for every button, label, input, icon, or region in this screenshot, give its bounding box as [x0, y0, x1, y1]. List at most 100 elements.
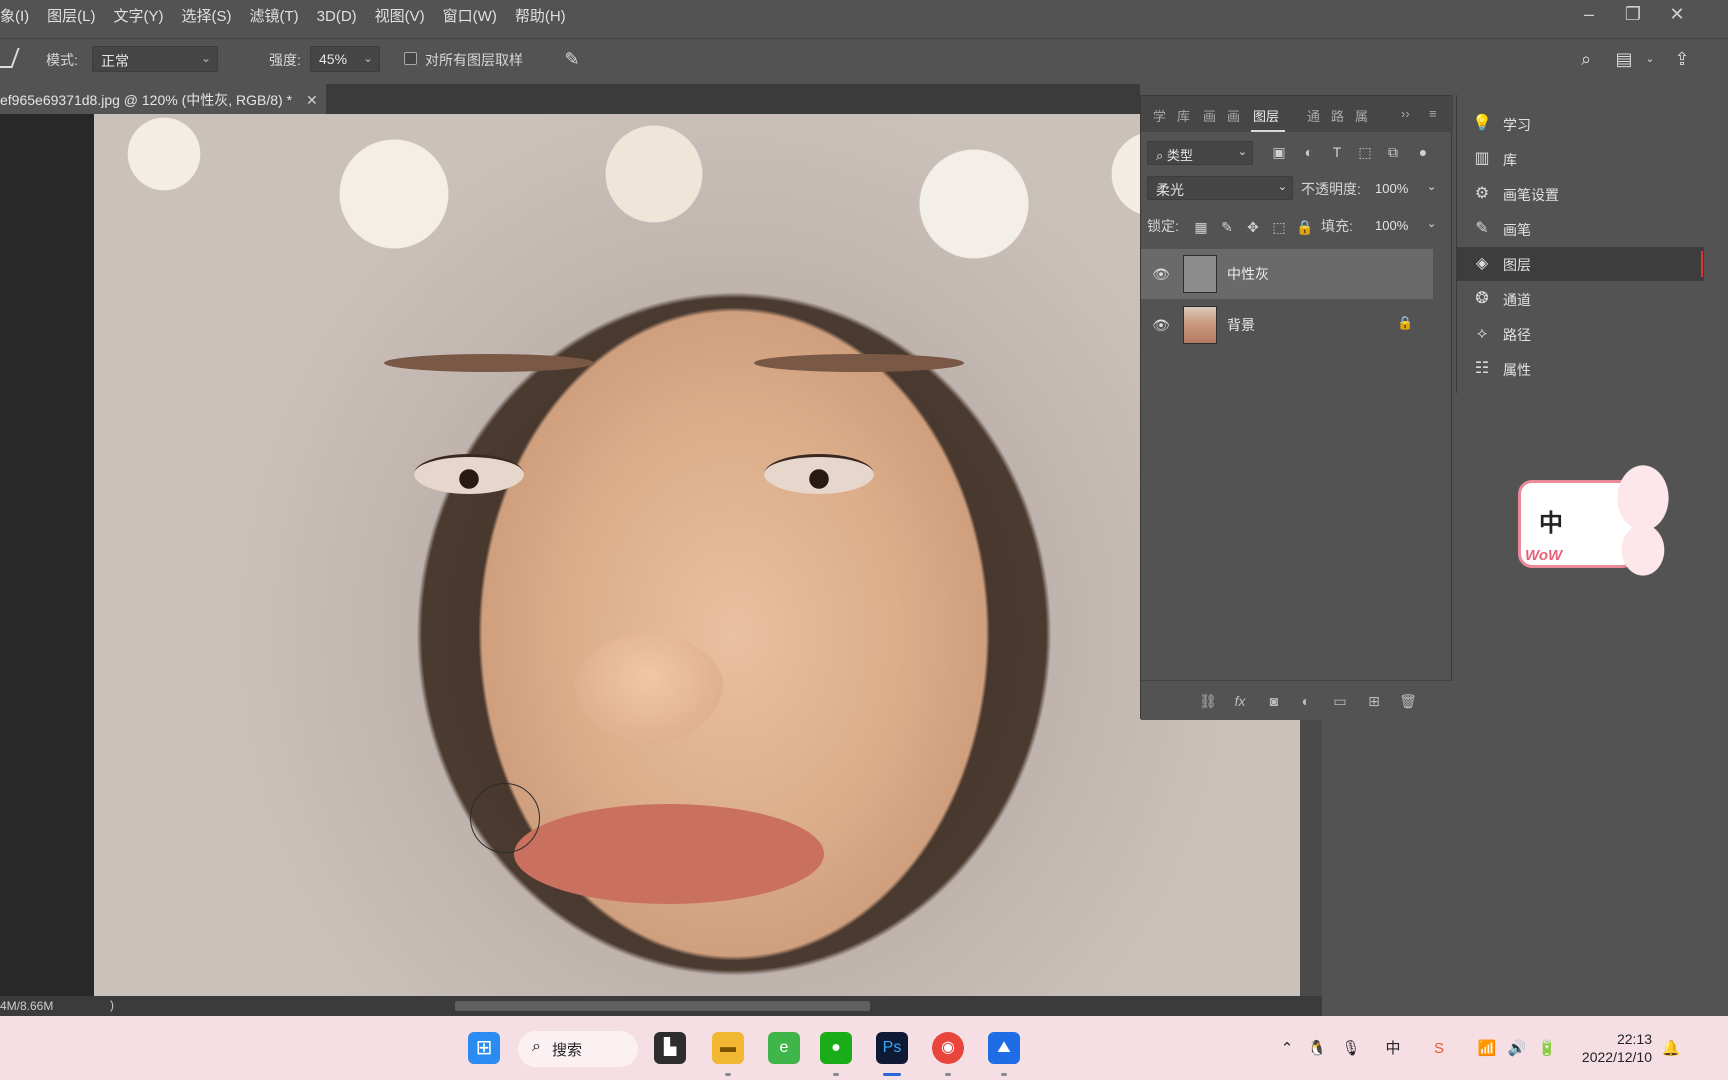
dock-item-layers[interactable]: ◈ 图层 — [1457, 247, 1705, 281]
status-menu-arrow[interactable]: ) — [110, 998, 114, 1012]
strength-input[interactable]: 45% ⌄ — [310, 46, 380, 72]
menu-layer[interactable]: 图层(L) — [38, 0, 104, 33]
pressure-brush-icon[interactable]: ✎ — [560, 47, 584, 71]
lock-paint-icon[interactable]: ✎ — [1217, 217, 1237, 237]
tab-properties[interactable]: 属 — [1355, 106, 1368, 125]
dock-item-properties[interactable]: ☷ 属性 — [1457, 352, 1705, 386]
menu-help[interactable]: 帮助(H) — [506, 0, 575, 33]
minimize-button[interactable]: – — [1578, 3, 1600, 25]
sogou-icon[interactable]: S — [1428, 1038, 1450, 1060]
dock-item-channels[interactable]: ❂ 通道 — [1457, 282, 1705, 316]
filter-type-icon[interactable]: T — [1327, 142, 1347, 162]
microphone-icon[interactable]: 🎙 — [1340, 1038, 1362, 1060]
right-collapse-strip — [1704, 84, 1728, 996]
chrome-icon[interactable]: ◉ — [932, 1032, 964, 1064]
close-window-button[interactable]: ✕ — [1666, 3, 1688, 25]
tab-layers[interactable]: 图层 — [1253, 106, 1279, 125]
chevron-down-icon[interactable]: ⌄ — [1427, 180, 1436, 193]
dock-item-brush[interactable]: ✎ 画笔 — [1457, 212, 1705, 246]
tab-library[interactable]: 库 — [1177, 106, 1190, 125]
search-icon[interactable]: ⌕ — [1574, 47, 1598, 71]
running-indicator — [725, 1073, 731, 1076]
add-mask-icon[interactable]: ◙ — [1263, 691, 1285, 711]
chevron-up-icon[interactable]: ⌃ — [1276, 1038, 1298, 1060]
notification-icon[interactable]: 🔔 — [1660, 1038, 1682, 1060]
tab-paths[interactable]: 路 — [1331, 106, 1344, 125]
layer-lock-icon[interactable]: 🔒 — [1397, 315, 1413, 331]
blend-mode-select[interactable]: 柔光 ⌄ — [1147, 176, 1293, 200]
lock-all-icon[interactable]: 🔒 — [1295, 217, 1315, 237]
filter-adjustment-icon[interactable]: ◐ — [1299, 142, 1319, 162]
fill-value[interactable]: 100% — [1375, 218, 1408, 233]
menu-window[interactable]: 窗口(W) — [434, 0, 506, 33]
browser-e-icon[interactable]: e — [768, 1032, 800, 1064]
dock-item-learn[interactable]: 💡 学习 — [1457, 107, 1705, 141]
layer-filter-select[interactable]: ⌕ 类型 ⌄ — [1147, 141, 1253, 165]
windows-start-icon[interactable]: ⊞ — [468, 1032, 500, 1064]
tab-brush[interactable]: 画 — [1227, 106, 1240, 125]
opacity-label: 不透明度: — [1301, 181, 1361, 197]
menu-type[interactable]: 文字(Y) — [105, 0, 173, 33]
canvas-area[interactable] — [0, 114, 1322, 996]
workspace-icon[interactable]: ▤ — [1612, 47, 1636, 71]
link-layers-icon[interactable]: ⛓ — [1197, 691, 1219, 711]
lock-transparent-icon[interactable]: ▦ — [1191, 217, 1211, 237]
photoshop-icon[interactable]: Ps — [876, 1032, 908, 1064]
chevron-down-icon: ⌄ — [1277, 181, 1287, 193]
share-icon[interactable]: ⇪ — [1670, 47, 1694, 71]
menu-view[interactable]: 视图(V) — [366, 0, 434, 33]
filter-pixel-icon[interactable]: ▣ — [1269, 142, 1289, 162]
running-indicator — [1001, 1073, 1007, 1076]
delete-layer-icon[interactable]: 🗑 — [1397, 691, 1419, 711]
clock-date: 2022/12/10 — [1581, 1049, 1652, 1065]
filter-smart-object-icon[interactable]: ⧉ — [1383, 142, 1403, 162]
chevron-down-icon[interactable]: ⌄ — [1427, 217, 1436, 230]
mode-select[interactable]: 正常 ⌄ — [92, 46, 218, 72]
tool-preset-icon[interactable] — [0, 48, 20, 68]
tab-channels[interactable]: 通 — [1307, 106, 1320, 125]
search-icon: ⌕ — [532, 1038, 541, 1055]
app-mountain-icon[interactable]: ⛰ — [988, 1032, 1020, 1064]
close-tab-icon[interactable]: ✕ — [306, 92, 318, 108]
lock-artboard-icon[interactable]: ⬚ — [1269, 217, 1289, 237]
dock-label: 路径 — [1503, 327, 1531, 343]
system-clock[interactable]: 22:13 2022/12/10 — [1578, 1030, 1652, 1066]
wifi-icon[interactable]: 📶 — [1476, 1038, 1498, 1060]
wechat-icon[interactable]: ● — [820, 1032, 852, 1064]
new-group-icon[interactable]: ▭ — [1329, 691, 1351, 711]
dock-item-paths[interactable]: ⟡ 路径 — [1457, 317, 1705, 351]
visibility-eye-icon[interactable]: 👁 — [1151, 264, 1171, 284]
visibility-eye-icon[interactable]: 👁 — [1151, 315, 1171, 335]
tab-brush-settings[interactable]: 画 — [1203, 106, 1216, 125]
chevron-down-icon[interactable]: ⌄ — [1638, 47, 1662, 71]
ime-indicator[interactable]: 中 — [1382, 1038, 1404, 1060]
taskbar-search[interactable]: ⌕ 搜索 — [518, 1031, 638, 1067]
new-layer-icon[interactable]: ⊞ — [1363, 691, 1385, 711]
file-explorer-icon[interactable]: ▬ — [712, 1032, 744, 1064]
menu-select[interactable]: 选择(S) — [173, 0, 241, 33]
menu-filter[interactable]: 滤镜(T) — [241, 0, 308, 33]
sample-all-checkbox[interactable] — [404, 52, 417, 65]
layer-row-neutral-gray[interactable]: 👁 中性灰 — [1141, 249, 1433, 299]
layer-row-background[interactable]: 👁 背景 🔒 — [1141, 300, 1433, 350]
new-adjustment-icon[interactable]: ◐ — [1295, 691, 1317, 711]
menu-3d[interactable]: 3D(D) — [308, 0, 366, 33]
volume-icon[interactable]: 🔊 — [1506, 1038, 1528, 1060]
battery-icon[interactable]: 🔋 — [1536, 1038, 1558, 1060]
lock-position-icon[interactable]: ✥ — [1243, 217, 1263, 237]
document-tab[interactable]: ef965e69371d8.jpg @ 120% (中性灰, RGB/8) * … — [0, 84, 326, 114]
dock-item-brush-settings[interactable]: ⚙ 画笔设置 — [1457, 177, 1705, 211]
horizontal-scrollbar[interactable] — [455, 1001, 870, 1011]
filter-shape-icon[interactable]: ⬚ — [1355, 142, 1375, 162]
restore-button[interactable]: ❐ — [1622, 3, 1644, 25]
panel-menu-icon[interactable]: ≡ — [1429, 106, 1437, 121]
dock-item-library[interactable]: ▥ 库 — [1457, 142, 1705, 176]
task-view-icon[interactable]: ▙ — [654, 1032, 686, 1064]
layer-style-fx-icon[interactable]: fx — [1229, 691, 1251, 711]
menu-image[interactable]: 象(I) — [0, 0, 38, 33]
filter-toggle-icon[interactable]: ● — [1413, 142, 1433, 162]
opacity-value[interactable]: 100% — [1375, 181, 1408, 196]
panel-overflow-icon[interactable]: ›› — [1401, 106, 1410, 121]
tab-learn[interactable]: 学 — [1153, 106, 1166, 125]
qq-icon[interactable]: 🐧 — [1306, 1038, 1328, 1060]
